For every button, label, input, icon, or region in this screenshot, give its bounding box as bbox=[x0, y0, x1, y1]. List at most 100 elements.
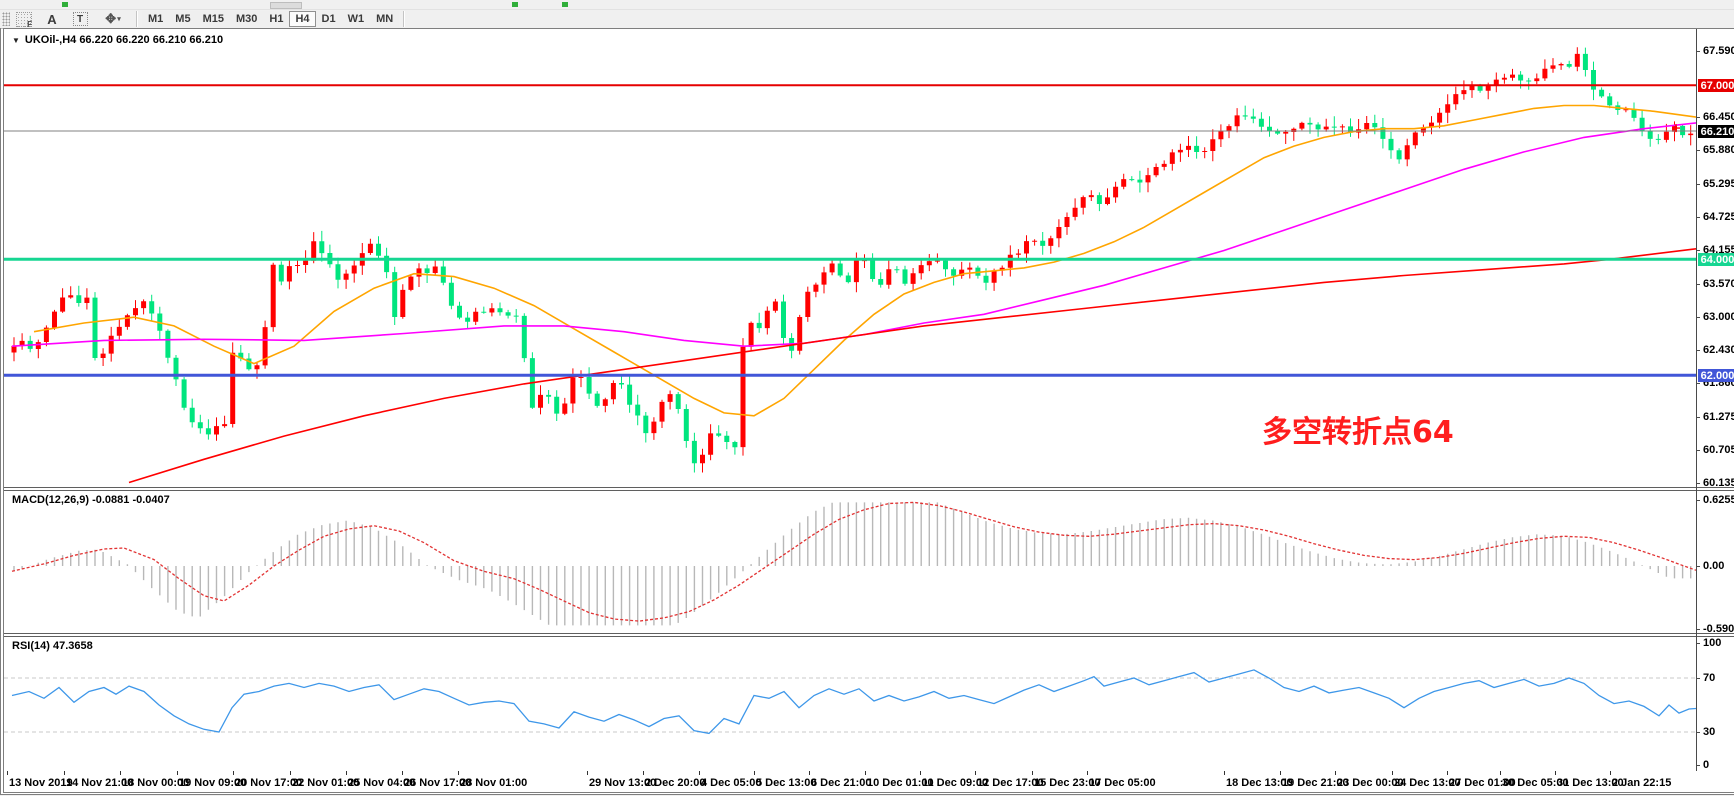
date-label: 4 Dec 05:00 bbox=[701, 777, 762, 789]
date-label: 6 Dec 21:00 bbox=[811, 777, 872, 789]
date-tick bbox=[64, 771, 65, 775]
axis-tick-label: 0.6255 bbox=[1703, 494, 1734, 506]
text-a-icon: A bbox=[47, 12, 56, 27]
macd-label: MACD(12,26,9) -0.0881 -0.0407 bbox=[12, 494, 170, 506]
indicator-grid-icon: F bbox=[16, 12, 32, 27]
toolbar-separator bbox=[136, 11, 138, 27]
date-tick bbox=[233, 771, 234, 775]
axis-tick bbox=[1696, 765, 1700, 766]
macd-pane[interactable]: MACD(12,26,9) -0.0881 -0.0407 bbox=[4, 491, 1696, 633]
date-tick bbox=[1500, 771, 1501, 775]
axis-tick-label: 100 bbox=[1703, 637, 1721, 649]
axis-tick bbox=[1696, 732, 1700, 733]
axis-tick-label: 64.725 bbox=[1703, 211, 1734, 223]
toolbar-drag-handle[interactable] bbox=[2, 12, 10, 26]
axis-tick-label: 60.135 bbox=[1703, 477, 1734, 489]
timeframe-h1-button[interactable]: H1 bbox=[263, 11, 289, 27]
date-tick bbox=[1280, 771, 1281, 775]
date-label: 2 Jan 22:15 bbox=[1612, 777, 1671, 789]
date-tick bbox=[699, 771, 700, 775]
axis-tick-label: 61.275 bbox=[1703, 411, 1734, 423]
symbol-dropdown-icon[interactable]: ▼ bbox=[12, 36, 20, 45]
text-box-button[interactable]: T bbox=[68, 11, 92, 27]
axis-tick bbox=[1696, 678, 1700, 679]
top-strip-indicator bbox=[512, 2, 518, 7]
axis-tick bbox=[1696, 117, 1700, 118]
axis-tick-label: 0.00 bbox=[1703, 560, 1724, 572]
date-tick bbox=[402, 771, 403, 775]
axis-tick-label: 60.705 bbox=[1703, 444, 1734, 456]
date-tick bbox=[177, 771, 178, 775]
current-price-badge: 66.210 bbox=[1698, 125, 1734, 138]
draw-arrows-button[interactable]: ✥ ▾ bbox=[96, 11, 130, 27]
axis-tick bbox=[1696, 350, 1700, 351]
date-tick bbox=[1555, 771, 1556, 775]
price-chart-pane[interactable]: ▼ UKOil-,H4 66.220 66.220 66.210 66.210 … bbox=[4, 29, 1696, 487]
axis-tick-label: 70 bbox=[1703, 672, 1715, 684]
axis-tick bbox=[1696, 500, 1700, 501]
chart-toolbar: F A T ✥ ▾ M1 M5 M15 M30 H1 H4 D1 W1 MN bbox=[0, 10, 1734, 29]
axis-tick bbox=[1696, 51, 1700, 52]
chart-window: ▼ UKOil-,H4 66.220 66.220 66.210 66.210 … bbox=[0, 28, 1734, 795]
date-axis[interactable]: 13 Nov 201914 Nov 21:0018 Nov 00:0019 No… bbox=[4, 771, 1696, 796]
date-tick bbox=[1610, 771, 1611, 775]
timeframe-m5-button[interactable]: M5 bbox=[169, 11, 196, 27]
rsi-pane[interactable]: RSI(14) 47.3658 bbox=[4, 637, 1696, 771]
ma-mid-magenta-line bbox=[12, 123, 1696, 346]
date-tick bbox=[1087, 771, 1088, 775]
price-level-badge: 62.000 bbox=[1698, 369, 1734, 382]
date-tick bbox=[458, 771, 459, 775]
date-tick bbox=[865, 771, 866, 775]
timeframe-m15-button[interactable]: M15 bbox=[197, 11, 230, 27]
rsi-label: RSI(14) 47.3658 bbox=[12, 640, 93, 652]
axis-tick-label: 63.570 bbox=[1703, 278, 1734, 290]
axis-tick bbox=[1696, 483, 1700, 484]
arrows-icon: ✥ bbox=[105, 11, 116, 27]
axis-tick bbox=[1696, 643, 1700, 644]
axis-tick bbox=[1696, 284, 1700, 285]
date-tick bbox=[1224, 771, 1225, 775]
axis-tick bbox=[1696, 217, 1700, 218]
date-tick bbox=[1392, 771, 1393, 775]
text-label-button[interactable]: A bbox=[40, 11, 64, 27]
date-label: 2 Dec 20:00 bbox=[645, 777, 706, 789]
rsi-line bbox=[12, 670, 1696, 734]
axis-tick bbox=[1696, 417, 1700, 418]
price-axis-line bbox=[1696, 29, 1697, 771]
date-tick bbox=[1032, 771, 1033, 775]
date-label: 28 Nov 01:00 bbox=[460, 777, 527, 789]
timeframe-w1-button[interactable]: W1 bbox=[342, 11, 371, 27]
axis-tick-label: 0 bbox=[1703, 759, 1709, 771]
date-label: 13 Nov 2019 bbox=[9, 777, 73, 789]
date-tick bbox=[809, 771, 810, 775]
indicator-grid-button[interactable]: F bbox=[12, 11, 36, 27]
chart-title-text: UKOil-,H4 66.220 66.220 66.210 66.210 bbox=[25, 34, 223, 46]
text-box-icon: T bbox=[73, 12, 88, 26]
axis-tick-label: -0.5903 bbox=[1703, 623, 1734, 635]
timeframe-m1-button[interactable]: M1 bbox=[142, 11, 169, 27]
top-strip-indicator bbox=[62, 2, 68, 7]
date-tick bbox=[346, 771, 347, 775]
axis-tick-label: 67.590 bbox=[1703, 45, 1734, 57]
date-tick bbox=[7, 771, 8, 775]
axis-tick-label: 62.430 bbox=[1703, 344, 1734, 356]
timeframe-m30-button[interactable]: M30 bbox=[230, 11, 263, 27]
axis-tick bbox=[1696, 150, 1700, 151]
axis-tick-label: 63.000 bbox=[1703, 311, 1734, 323]
date-tick bbox=[290, 771, 291, 775]
date-tick bbox=[754, 771, 755, 775]
date-tick bbox=[587, 771, 588, 775]
date-label: 17 Dec 05:00 bbox=[1089, 777, 1156, 789]
timeframe-d1-button[interactable]: D1 bbox=[316, 11, 342, 27]
date-tick bbox=[1335, 771, 1336, 775]
chart-annotation: 多空转折点64 bbox=[1262, 407, 1454, 451]
axis-tick-label: 65.295 bbox=[1703, 178, 1734, 190]
date-tick bbox=[975, 771, 976, 775]
top-strip-control bbox=[270, 2, 302, 9]
timeframe-mn-button[interactable]: MN bbox=[370, 11, 399, 27]
macd-histogram bbox=[14, 502, 1691, 625]
axis-tick bbox=[1696, 566, 1700, 567]
timeframe-h4-button[interactable]: H4 bbox=[289, 11, 315, 27]
toolbar-separator bbox=[403, 11, 405, 27]
axis-tick-label: 66.450 bbox=[1703, 111, 1734, 123]
